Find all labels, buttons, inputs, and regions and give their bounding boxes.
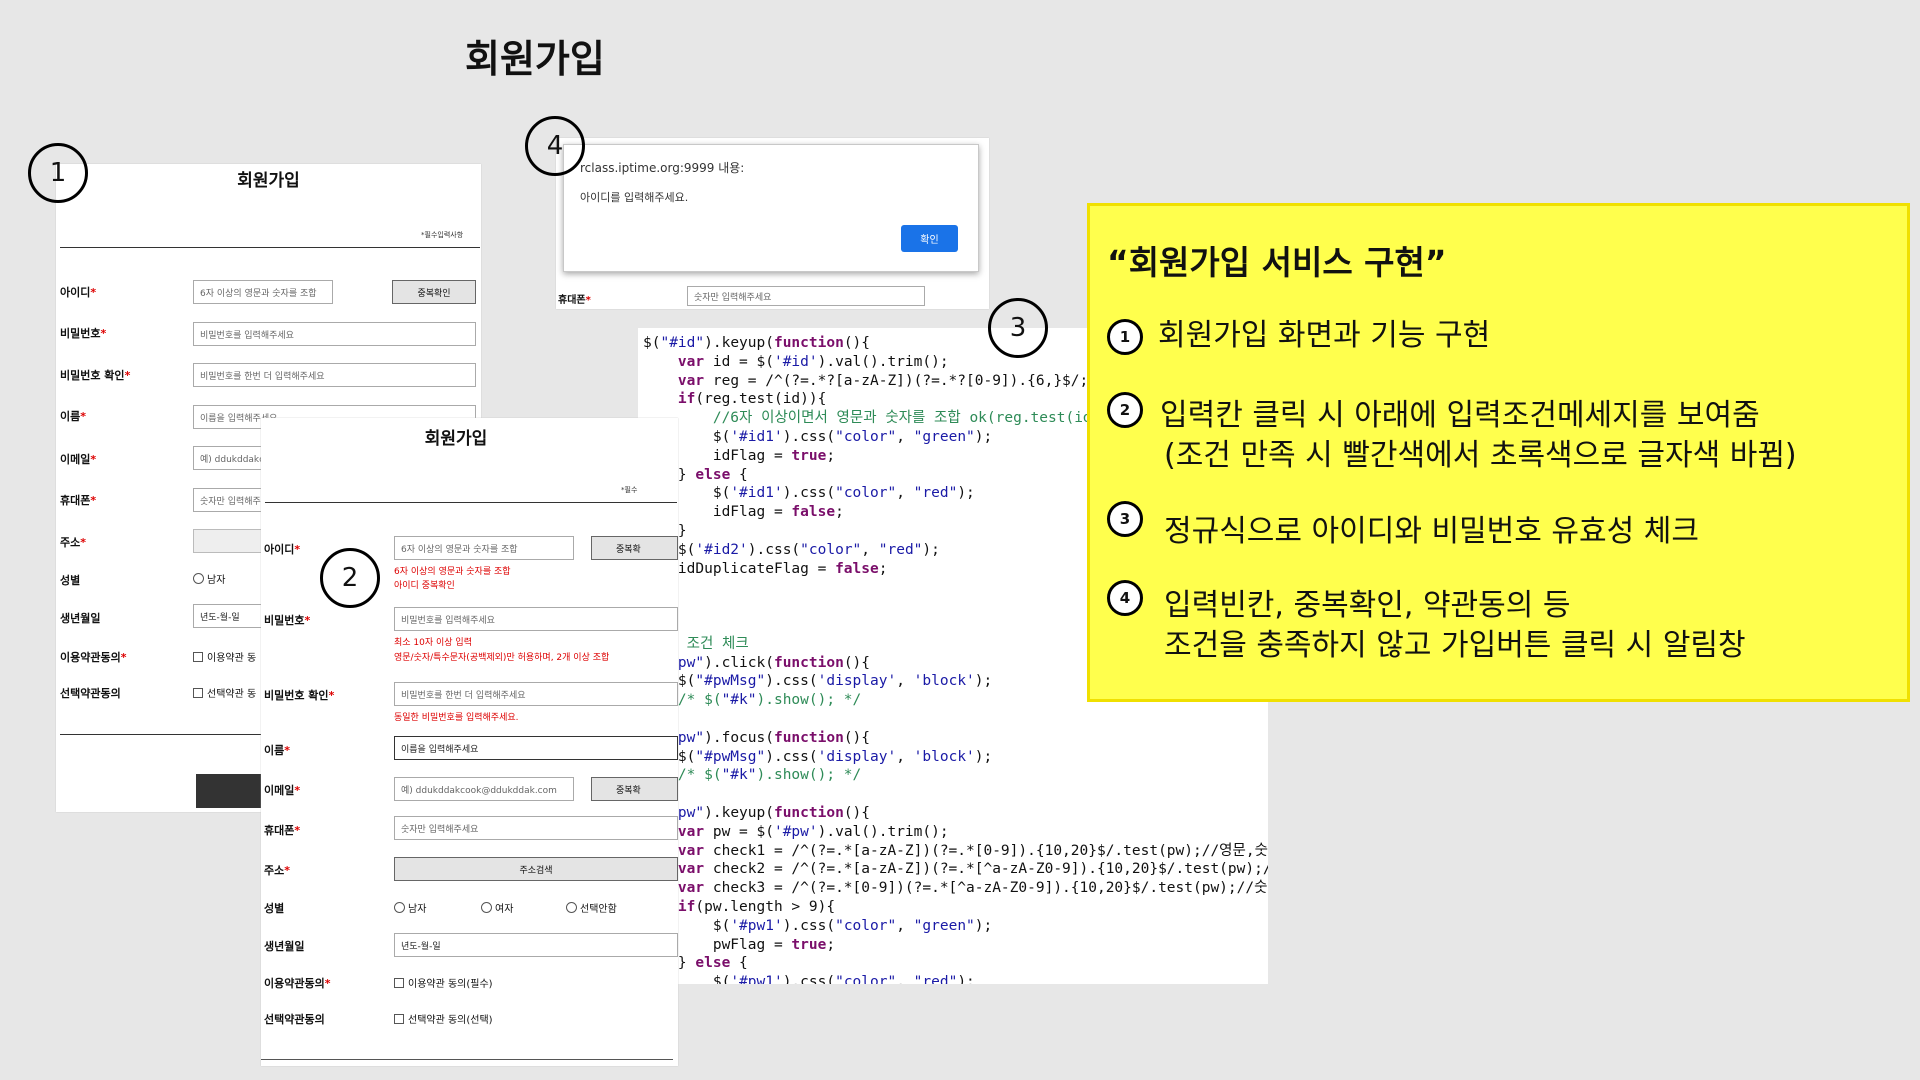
email-duplicate-check-button[interactable]: 중복확: [591, 777, 678, 801]
panel-item-2-line-2: (조건 만족 시 빨간색에서 초록색으로 글자색 바뀜): [1164, 438, 1797, 473]
label-address: 주소*: [60, 536, 87, 549]
panel-item-1-line-1: 회원가입 화면과 기능 구현: [1158, 318, 1491, 353]
label-gender: 성별: [60, 574, 81, 587]
alert-ok-button[interactable]: 확인: [901, 225, 958, 252]
alert-dialog: rclass.iptime.org:9999 내용: 아이디를 입력해주세요. …: [563, 144, 979, 272]
code-line: $("#pwMsg").css('display', 'block');: [677, 748, 993, 765]
panel-item-3-line-1: 정규식으로 아이디와 비밀번호 유효성 체크: [1164, 514, 1699, 549]
label-password-confirm: 비밀번호 확인*: [60, 369, 131, 382]
panel-item-1-number: 1: [1107, 319, 1143, 355]
terms-required-checkbox[interactable]: 이용약관 동의(필수): [394, 975, 493, 990]
alert-origin: rclass.iptime.org:9999 내용:: [580, 161, 745, 175]
name-input[interactable]: 이름을 입력해주세요: [394, 736, 678, 760]
code-line: if(pw.length > 9){: [677, 898, 836, 915]
signup-form-validation-screenshot: 회원가입 *필수 아이디* 6자 이상의 영문과 숫자를 조합 중복확 6자 이…: [261, 418, 678, 1066]
id-duplicate-check-button[interactable]: 중복확인: [392, 280, 476, 304]
panel-item-3-number: 3: [1107, 501, 1143, 537]
label-terms-optional: 선택약관동의: [60, 687, 121, 700]
password-combination-message: 영문/숫자/특수문자(공백제외)만 허용하며, 2개 이상 조합: [394, 653, 610, 663]
form-title: 회원가입: [424, 429, 488, 449]
description-panel: “회원가입 서비스 구현” 1 회원가입 화면과 기능 구현 2 입력칸 클릭 …: [1087, 203, 1910, 702]
birth-input[interactable]: 년도-월-일: [394, 933, 678, 957]
label-password-confirm: 비밀번호 확인*: [264, 689, 335, 702]
label-terms-optional: 선택약관동의: [264, 1013, 325, 1026]
label-password: 비밀번호*: [264, 614, 311, 627]
email-input[interactable]: 예) ddukddakcook@ddukddak.com: [394, 777, 574, 801]
alert-screenshot: rclass.iptime.org:9999 내용: 아이디를 입력해주세요. …: [556, 138, 989, 309]
label-birth: 생년월일: [60, 612, 101, 625]
label-email: 이메일*: [60, 453, 97, 466]
label-phone: 휴대폰*: [60, 494, 97, 507]
code-line: $('#pw1').css("color", "red");: [643, 974, 975, 984]
code-line: } else {: [677, 955, 748, 972]
code-line: var check3 = /^(?=.*[0-9])(?=.*[^a-zA-Z0…: [677, 880, 1268, 897]
password-confirm-message: 동일한 비밀번호를 입력해주세요.: [394, 713, 519, 723]
marker-4: 4: [525, 116, 585, 176]
gender-male-radio[interactable]: 남자: [394, 900, 426, 915]
terms-optional-checkbox[interactable]: 선택약관 동: [193, 685, 256, 700]
code-line: var check1 = /^(?=.*[a-zA-Z])(?=.*[0-9])…: [677, 842, 1268, 859]
address-search-button[interactable]: 주소검색: [394, 857, 678, 881]
panel-item-4-number: 4: [1107, 580, 1143, 616]
marker-3: 3: [988, 298, 1048, 358]
marker-2: 2: [320, 548, 380, 608]
panel-item-4-line-2: 조건을 충족하지 않고 가입버튼 클릭 시 알림창: [1164, 628, 1746, 663]
phone-input[interactable]: 숫자만 입력해주세요: [394, 816, 678, 840]
alert-message: 아이디를 입력해주세요.: [580, 191, 689, 204]
code-line: /* $("#k").show(); */: [677, 767, 862, 784]
code-line: $('#pw1').css("color", "green");: [643, 917, 993, 934]
required-note: *필수입력사항: [421, 231, 464, 239]
code-line: var check2 = /^(?=.*[a-zA-Z])(?=.*[^a-zA…: [677, 861, 1268, 878]
required-note: *필수: [621, 486, 638, 494]
panel-item-4-line-1: 입력빈칸, 중복확인, 약관동의 등: [1164, 588, 1571, 623]
id-input[interactable]: 6자 이상의 영문과 숫자를 조합: [394, 536, 574, 560]
password-confirm-input[interactable]: 비밀번호를 한번 더 입력해주세요: [394, 682, 678, 706]
label-phone-behind: 휴대폰*: [558, 295, 591, 306]
panel-item-2-line-1: 입력칸 클릭 시 아래에 입력조건메세지를 보여줌: [1160, 398, 1760, 433]
label-email: 이메일*: [264, 784, 301, 797]
slide-title: 회원가입: [465, 37, 605, 81]
terms-required-checkbox[interactable]: 이용약관 동: [193, 649, 256, 664]
id-duplicate-message: 아이디 중복확인: [394, 581, 455, 591]
label-phone: 휴대폰*: [264, 824, 301, 837]
panel-title: “회원가입 서비스 구현”: [1107, 243, 1447, 282]
terms-optional-checkbox[interactable]: 선택약관 동의(선택): [394, 1011, 493, 1026]
gender-female-radio[interactable]: 여자: [481, 900, 513, 915]
phone-input-behind[interactable]: 숫자만 입력해주세요: [687, 286, 925, 306]
label-name: 이름*: [60, 410, 87, 423]
code-line: var pw = $('#pw').val().trim();: [677, 823, 949, 840]
title-divider: [265, 502, 677, 503]
gender-male-radio[interactable]: 남자: [193, 571, 225, 586]
label-birth: 생년월일: [264, 940, 305, 953]
label-gender: 성별: [264, 902, 285, 915]
label-terms-required: 이용약관동의*: [264, 977, 331, 990]
id-condition-message: 6자 이상의 영문과 숫자를 조합: [394, 567, 511, 577]
code-line: }): [643, 710, 1268, 729]
label-password: 비밀번호*: [60, 327, 107, 340]
label-address: 주소*: [264, 864, 291, 877]
code-line: }): [643, 785, 1268, 804]
code-line: $("#pw").focus(function(){: [643, 729, 871, 746]
password-length-message: 최소 10자 이상 입력: [394, 638, 472, 648]
password-input[interactable]: 비밀번호를 입력해주세요: [394, 607, 678, 631]
password-input[interactable]: 비밀번호를 입력해주세요: [193, 322, 476, 346]
label-terms-required: 이용약관동의*: [60, 651, 127, 664]
password-confirm-input[interactable]: 비밀번호를 한번 더 입력해주세요: [193, 363, 476, 387]
code-line: $("#pw").keyup(function(){: [643, 804, 871, 821]
panel-item-2-number: 2: [1107, 392, 1143, 428]
title-divider: [60, 247, 480, 248]
code-line: pwFlag = true;: [643, 936, 836, 953]
marker-1: 1: [28, 143, 88, 203]
id-input[interactable]: 6자 이상의 영문과 숫자를 조합: [193, 280, 333, 304]
label-id: 아이디*: [264, 543, 301, 556]
bottom-divider: [261, 1059, 673, 1060]
id-duplicate-check-button[interactable]: 중복확: [591, 536, 678, 560]
gender-none-radio[interactable]: 선택안함: [566, 900, 617, 915]
label-name: 이름*: [264, 744, 291, 757]
form-title: 회원가입: [237, 171, 300, 191]
label-id: 아이디*: [60, 286, 97, 299]
